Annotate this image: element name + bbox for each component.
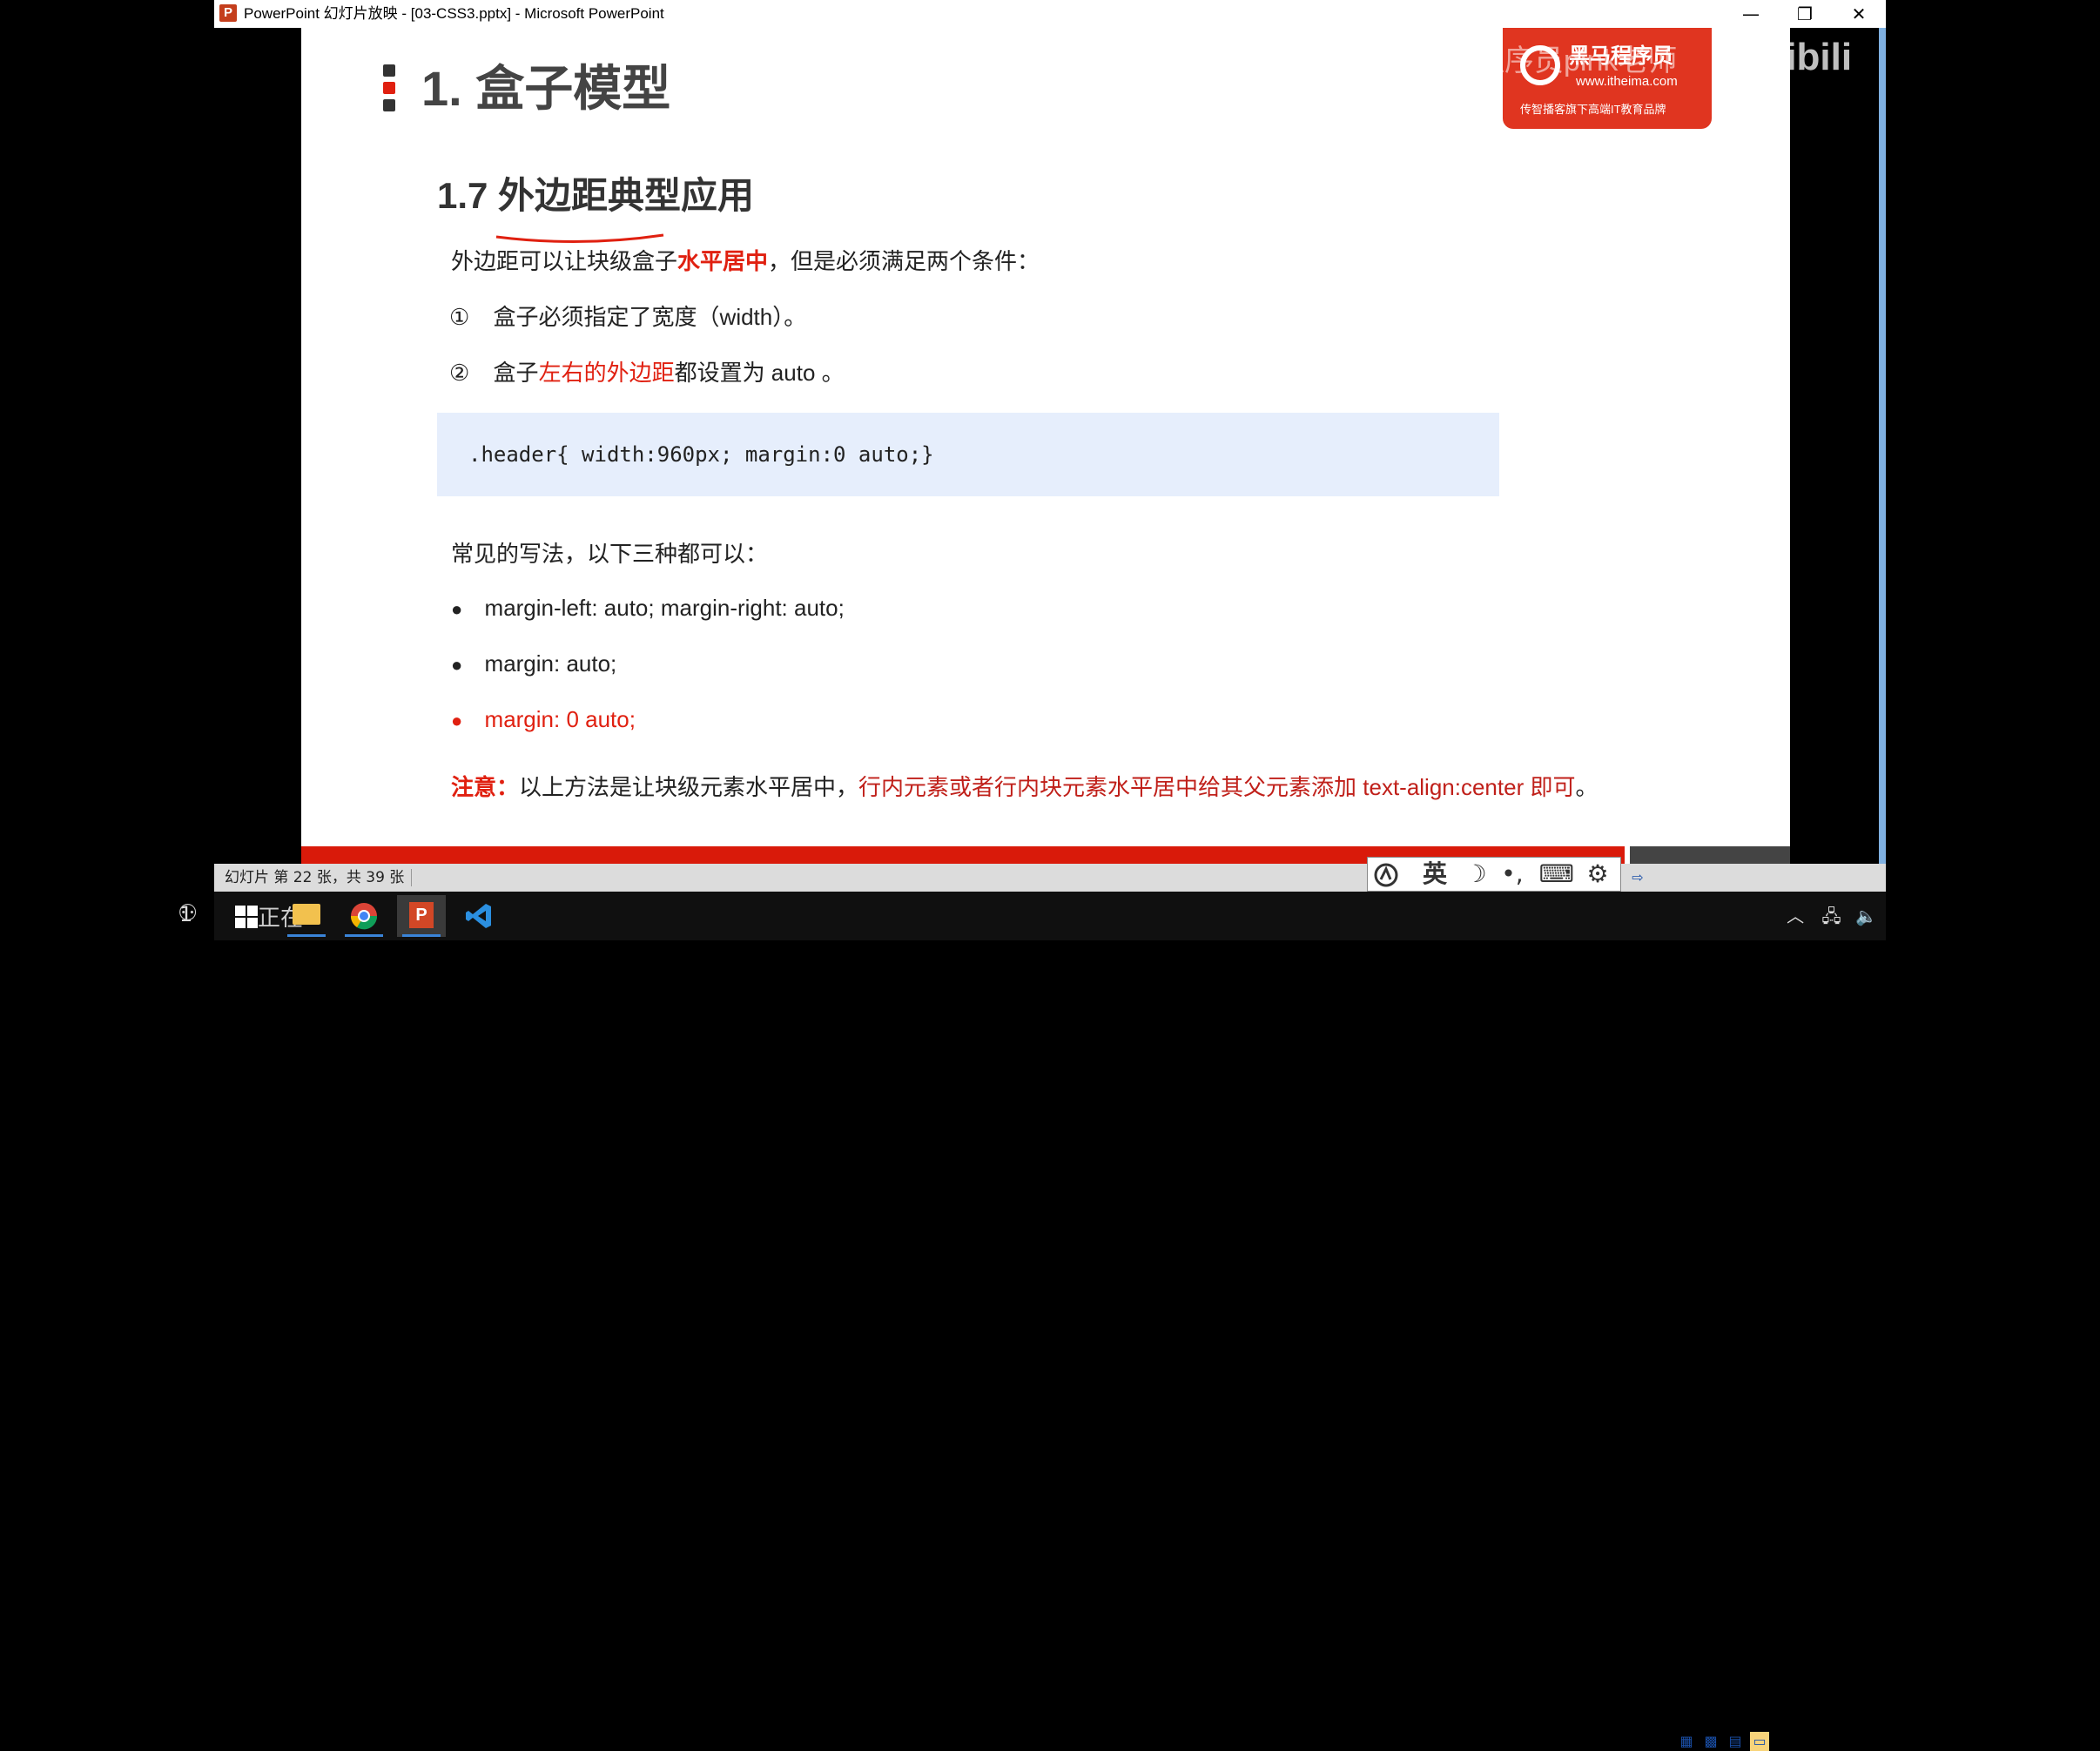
condition-text: 盒子	[493, 360, 539, 386]
chrome-icon[interactable]	[340, 895, 388, 937]
option-item: ● margin-left: auto; margin-right: auto;	[451, 590, 845, 627]
bilibili-watermark: bilibili	[1741, 36, 1853, 78]
heading-bullet-dark-icon	[383, 99, 395, 111]
tray-expand-icon[interactable]: ︿	[1787, 906, 1804, 926]
code-block: .header{ width:960px; margin:0 auto;}	[437, 413, 1499, 496]
slide-canvas[interactable]: 1. 盒子模型 1.7 外边距典型应用 外边距可以让块级盒子水平居中，但是必须满…	[301, 28, 1790, 864]
note-pre: 以上方法是让块级元素水平居中，	[519, 774, 859, 800]
view-slideshow-icon[interactable]: ▭	[1750, 1732, 1769, 1751]
people-icon[interactable]: ⚇	[178, 900, 198, 926]
option-text: margin-left: auto; margin-right: auto;	[484, 595, 845, 621]
condition-highlight: 左右的外边距	[538, 360, 675, 386]
note-highlight: 行内元素或者行内块元素水平居中给其父元素添加 text-align:center…	[858, 774, 1576, 800]
intro-text: 外边距可以让块级盒子水平居中，但是必须满足两个条件：	[451, 244, 1040, 279]
network-icon[interactable]: 🖧	[1821, 906, 1841, 926]
intro-pre: 外边距可以让块级盒子	[451, 248, 678, 274]
common-label: 常见的写法，以下三种都可以：	[451, 541, 769, 567]
condition-item: ② 盒子左右的外边距都设置为 auto 。	[449, 355, 845, 390]
ime-settings-icon[interactable]: ⚙	[1578, 858, 1617, 891]
intro-post: ，但是必须满足两个条件：	[768, 248, 1040, 274]
window-title: PowerPoint 幻灯片放映 - [03-CSS3.pptx] - Micr…	[244, 5, 664, 22]
option-bullet-icon: ●	[451, 598, 463, 620]
ime-language-toggle[interactable]: 英	[1415, 858, 1455, 891]
taskbar: 1 正在 P ︿ 🖧 🔈	[179, 892, 1886, 940]
option-text: margin: auto;	[484, 650, 617, 677]
brand-slogan: 传智播客旗下高端IT教育品牌	[1520, 103, 1666, 116]
status-divider	[411, 869, 412, 886]
vertical-scrollbar[interactable]	[1879, 28, 1886, 864]
slide-heading: 1. 盒子模型	[421, 61, 671, 116]
powerpoint-taskbar-icon[interactable]: P	[397, 895, 446, 937]
ime-halfwidth-icon[interactable]: ☽	[1458, 858, 1493, 891]
option-bullet-icon: ●	[451, 710, 463, 731]
ime-keyboard-icon[interactable]: ⌨	[1537, 858, 1577, 891]
slide-counter: 幻灯片 第 22 张，共 39 张	[225, 869, 405, 886]
option-bullet-icon: ●	[451, 654, 463, 676]
view-sorter-icon[interactable]: ▩	[1701, 1732, 1720, 1751]
view-normal-icon[interactable]: ▦	[1677, 1732, 1696, 1751]
next-slide-icon[interactable]: ⇨	[1628, 868, 1647, 887]
slide-footer-accent	[1630, 846, 1790, 864]
minimize-button[interactable]: —	[1724, 0, 1778, 28]
view-reading-icon[interactable]: ▤	[1726, 1732, 1745, 1751]
ime-logo-icon[interactable]	[1373, 862, 1404, 888]
system-tray: ︿ 🖧 🔈	[1787, 892, 1877, 940]
powerpoint-app-icon[interactable]: P	[219, 4, 237, 22]
code-line: .header{ width:960px; margin:0 auto;}	[468, 442, 934, 467]
note-label: 注意：	[451, 774, 520, 800]
heading-bullet-red-icon	[383, 82, 395, 94]
option-item-highlighted: ● margin: 0 auto;	[451, 702, 636, 738]
option-item: ● margin: auto;	[451, 646, 616, 683]
condition-text: 盒子必须指定了宽度（width）。	[493, 304, 807, 330]
condition-number: ②	[449, 360, 470, 386]
heading-bullet-dark-icon	[383, 64, 395, 77]
volume-icon[interactable]: 🔈	[1855, 906, 1877, 926]
width-underline-mark	[495, 233, 664, 244]
vscode-icon[interactable]	[454, 895, 503, 937]
powerpoint-window: P PowerPoint 幻灯片放映 - [03-CSS3.pptx] - Mi…	[179, 0, 1886, 1751]
title-bar: P PowerPoint 幻灯片放映 - [03-CSS3.pptx] - Mi…	[214, 0, 1886, 28]
close-button[interactable]: ✕	[1832, 0, 1886, 28]
restore-button[interactable]: ❐	[1778, 0, 1832, 28]
note-text: 注意：以上方法是让块级元素水平居中，行内元素或者行内块元素水平居中给其父元素添加…	[451, 770, 1598, 805]
windows-start-icon[interactable]	[235, 906, 258, 928]
condition-item: ① 盒子必须指定了宽度（width）。	[449, 300, 806, 334]
slide-subheading: 1.7 外边距典型应用	[437, 175, 755, 216]
condition-post: 都设置为 auto 。	[674, 360, 845, 386]
file-explorer-icon[interactable]	[282, 895, 331, 937]
ime-toolbar: 英 ☽ •, ⌨ ⚙	[1367, 857, 1621, 892]
option-text: margin: 0 auto;	[484, 706, 636, 732]
intro-highlight: 水平居中	[677, 248, 769, 274]
condition-number: ①	[449, 304, 470, 330]
watermark-author: 星子程序员pink老师	[1416, 44, 1678, 77]
note-post: 。	[1575, 774, 1599, 800]
ime-punctuation-icon[interactable]: •,	[1495, 858, 1530, 891]
